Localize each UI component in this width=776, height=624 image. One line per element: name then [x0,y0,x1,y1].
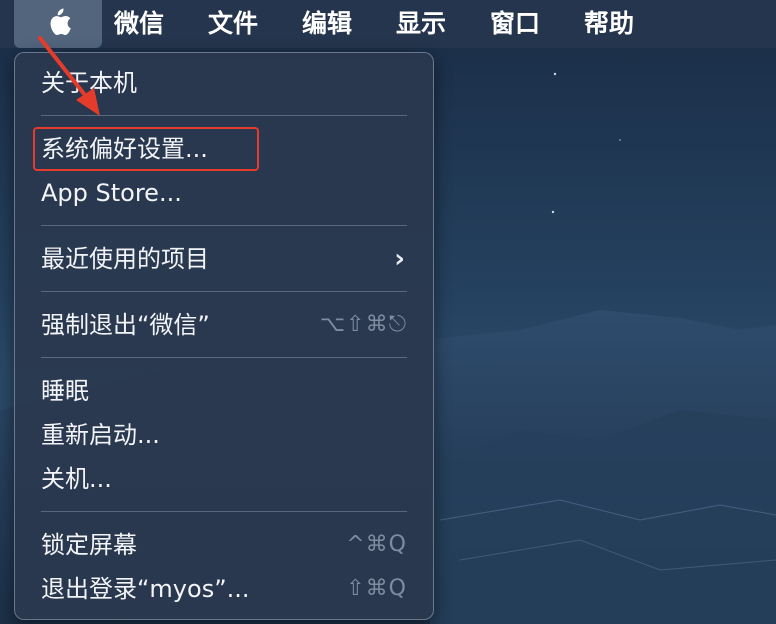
chevron-right-icon: › [394,244,405,274]
menu-item-label: 关机... [41,465,112,493]
menu-separator [41,291,407,292]
menu-item-restart[interactable]: 重新启动... [41,417,407,453]
menu-item-label: 最近使用的项目 [41,245,209,273]
menu-help[interactable]: 帮助 [584,0,634,48]
apple-logo-icon [44,6,72,42]
menu-window[interactable]: 窗口 [490,0,540,48]
menu-item-label: 锁定屏幕 [41,531,137,559]
menu-item-recent-items[interactable]: 最近使用的项目 › [41,241,407,277]
menu-item-label: 关于本机 [41,69,137,97]
menu-item-label: 睡眠 [41,377,89,405]
menu-wechat[interactable]: 微信 [114,0,164,48]
keyboard-shortcut: ⌥⇧⌘⎋ [319,312,407,337]
menu-view[interactable]: 显示 [396,0,446,48]
apple-dropdown-menu: 关于本机 系统偏好设置... App Store... 最近使用的项目 › 强制… [14,52,434,620]
menu-item-force-quit[interactable]: 强制退出“微信” ⌥⇧⌘⎋ [41,307,407,343]
menu-item-app-store[interactable]: App Store... [41,175,407,211]
menu-separator [41,115,407,116]
menu-item-logout[interactable]: 退出登录“myos”... ⇧⌘Q [41,571,407,607]
menu-item-shutdown[interactable]: 关机... [41,461,407,497]
keyboard-shortcut: ⇧⌘Q [346,576,407,601]
annotation-highlight-box [33,127,259,171]
menu-item-label: 退出登录“myos”... [41,575,250,603]
menu-edit[interactable]: 编辑 [302,0,352,48]
keyboard-shortcut: ^⌘Q [346,532,407,557]
menu-item-label: App Store... [41,179,182,207]
apple-menu-button[interactable] [14,0,102,48]
menu-file[interactable]: 文件 [208,0,258,48]
menu-item-about[interactable]: 关于本机 [41,65,407,101]
menu-item-sleep[interactable]: 睡眠 [41,373,407,409]
menu-bar: 微信 文件 编辑 显示 窗口 帮助 [0,0,776,48]
menu-item-label: 重新启动... [41,421,160,449]
menu-item-label: 强制退出“微信” [41,311,210,339]
menu-separator [41,511,407,512]
menu-separator [41,225,407,226]
menu-item-lock-screen[interactable]: 锁定屏幕 ^⌘Q [41,527,407,563]
menu-separator [41,357,407,358]
